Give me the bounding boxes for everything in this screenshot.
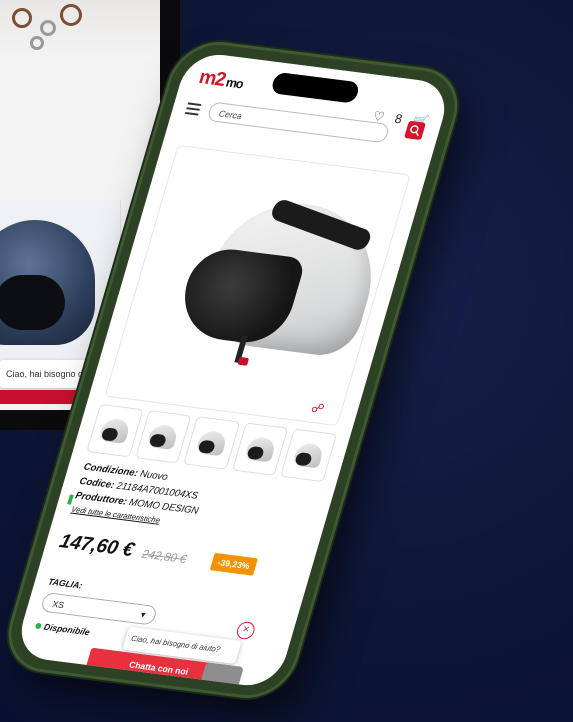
thumbnail-5[interactable] (280, 428, 338, 483)
discount-badge: -39,23% (209, 552, 258, 576)
thumbnail-1[interactable] (86, 403, 144, 458)
size-value: XS (51, 599, 66, 611)
chevron-down-icon: ▼ (138, 610, 149, 620)
close-chat-icon[interactable]: × (234, 620, 257, 641)
size-select[interactable]: XS ▼ (39, 592, 159, 626)
green-indicator (67, 494, 74, 505)
size-label: TAGLIA: (47, 576, 84, 591)
phone-mockup: m2mo ♡ 8 🛒 Cerca ☍ Condizione: Nuovo Cod… (1, 0, 573, 722)
thumbnail-4[interactable] (231, 422, 289, 476)
thumbnail-3[interactable] (183, 416, 241, 470)
phone-frame: m2mo ♡ 8 🛒 Cerca ☍ Condizione: Nuovo Cod… (1, 40, 465, 700)
old-price: 242,80 € (140, 546, 189, 566)
part-ring (12, 8, 32, 28)
logo-mark: m2 (196, 66, 228, 91)
hamburger-menu-icon[interactable] (184, 102, 202, 118)
logo[interactable]: m2mo (196, 66, 246, 94)
search-icon (410, 125, 419, 137)
scroll-tab[interactable] (200, 662, 244, 689)
part-ring (40, 20, 56, 36)
thumbnail-2[interactable] (134, 410, 192, 464)
product-image[interactable]: ☍ (104, 144, 411, 427)
share-icon[interactable]: ☍ (309, 400, 327, 417)
logo-text: mo (224, 74, 245, 92)
price: 147,60 € (57, 530, 137, 562)
part-ring (30, 36, 44, 50)
availability-status: Disponibile (34, 621, 91, 637)
available-dot-icon (34, 622, 43, 630)
helmet-image (157, 191, 393, 377)
phone-screen: m2mo ♡ 8 🛒 Cerca ☍ Condizione: Nuovo Cod… (13, 50, 453, 690)
